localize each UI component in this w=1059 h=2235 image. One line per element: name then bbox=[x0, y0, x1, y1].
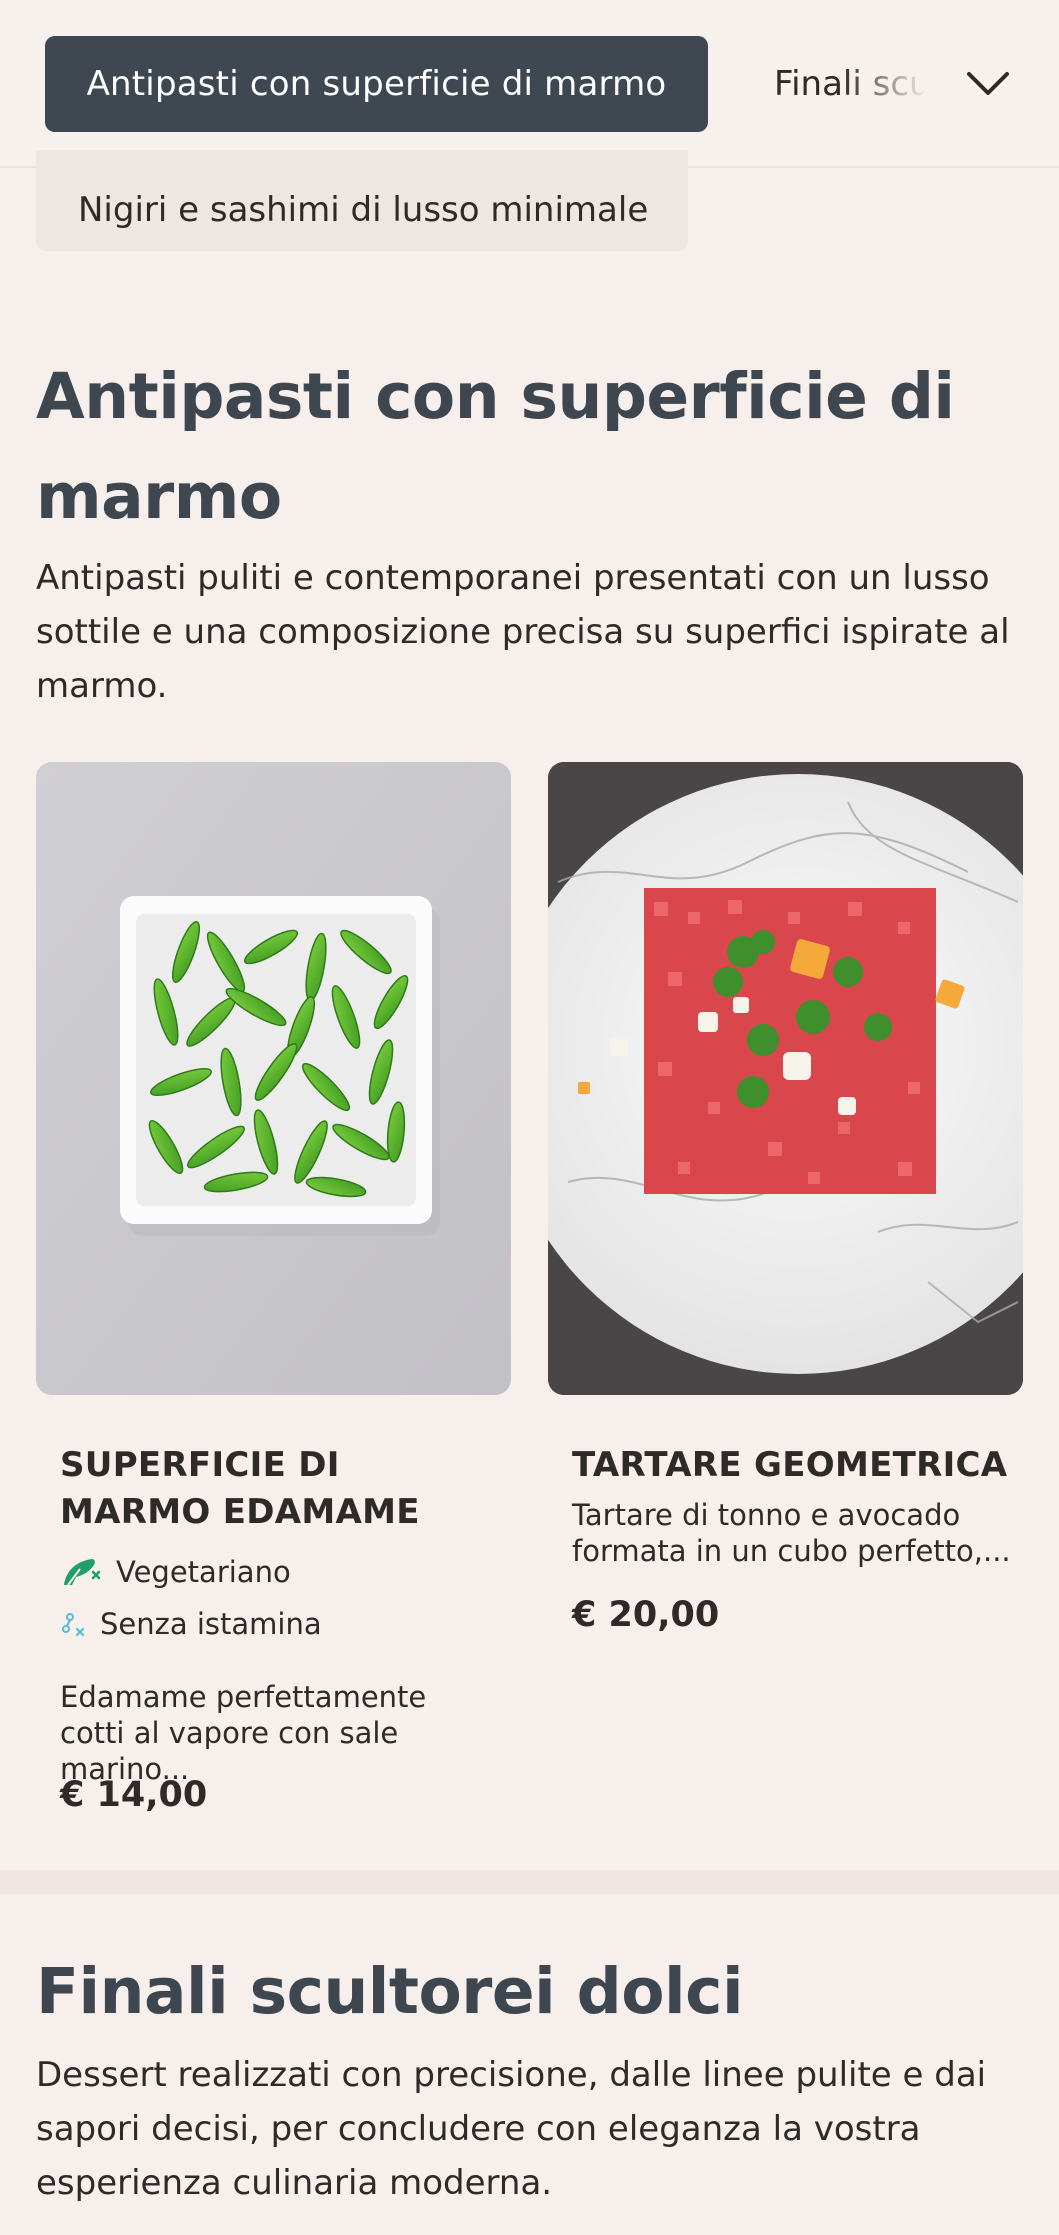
tab-nigiri-sashimi[interactable]: Nigiri e sashimi di lusso minimale bbox=[36, 150, 688, 251]
section-divider bbox=[0, 1870, 1059, 1894]
section-title-finali-dolci: Finali scultorei dolci bbox=[36, 1955, 744, 2028]
tag-histamine-free: Senza istamina bbox=[60, 1607, 322, 1641]
product-price-edamame: € 14,00 bbox=[60, 1775, 208, 1815]
product-description-tartare: Tartare di tonno e avocado formata in un… bbox=[572, 1498, 1011, 1568]
product-image-edamame[interactable] bbox=[36, 762, 511, 1395]
section-description-antipasti: Antipasti puliti e contemporanei present… bbox=[36, 558, 1010, 706]
tab-antipasti[interactable]: Antipasti con superficie di marmo bbox=[45, 36, 708, 132]
section-description-finali-dolci: Dessert realizzati con precisione, dalle… bbox=[36, 2055, 987, 2203]
product-price-tartare: € 20,00 bbox=[572, 1595, 720, 1635]
section-title-antipasti: Antipasti con superficie di marmo bbox=[36, 360, 955, 533]
product-name-edamame[interactable]: SUPERFICIE DI MARMO EDAMAME bbox=[60, 1442, 490, 1536]
leaf-icon bbox=[64, 1559, 101, 1586]
tag-label-vegetarian: Vegetariano bbox=[116, 1555, 291, 1589]
product-image-tartare[interactable] bbox=[548, 762, 1023, 1395]
product-name-tartare[interactable]: TARTARE GEOMETRICA bbox=[572, 1442, 1032, 1489]
category-nav: Antipasti con superficie di marmo Finali… bbox=[0, 0, 1059, 168]
product-description-edamame: Edamame perfettamente cotti al vapore co… bbox=[60, 1680, 427, 1786]
histamine-free-icon bbox=[62, 1613, 85, 1637]
chevron-down-icon[interactable] bbox=[960, 56, 1016, 112]
tag-vegetarian: Vegetariano bbox=[60, 1555, 291, 1589]
tag-label-histamine-free: Senza istamina bbox=[100, 1607, 322, 1641]
tab-finali-dolci[interactable]: Finali scultorei dolci bbox=[774, 36, 924, 132]
